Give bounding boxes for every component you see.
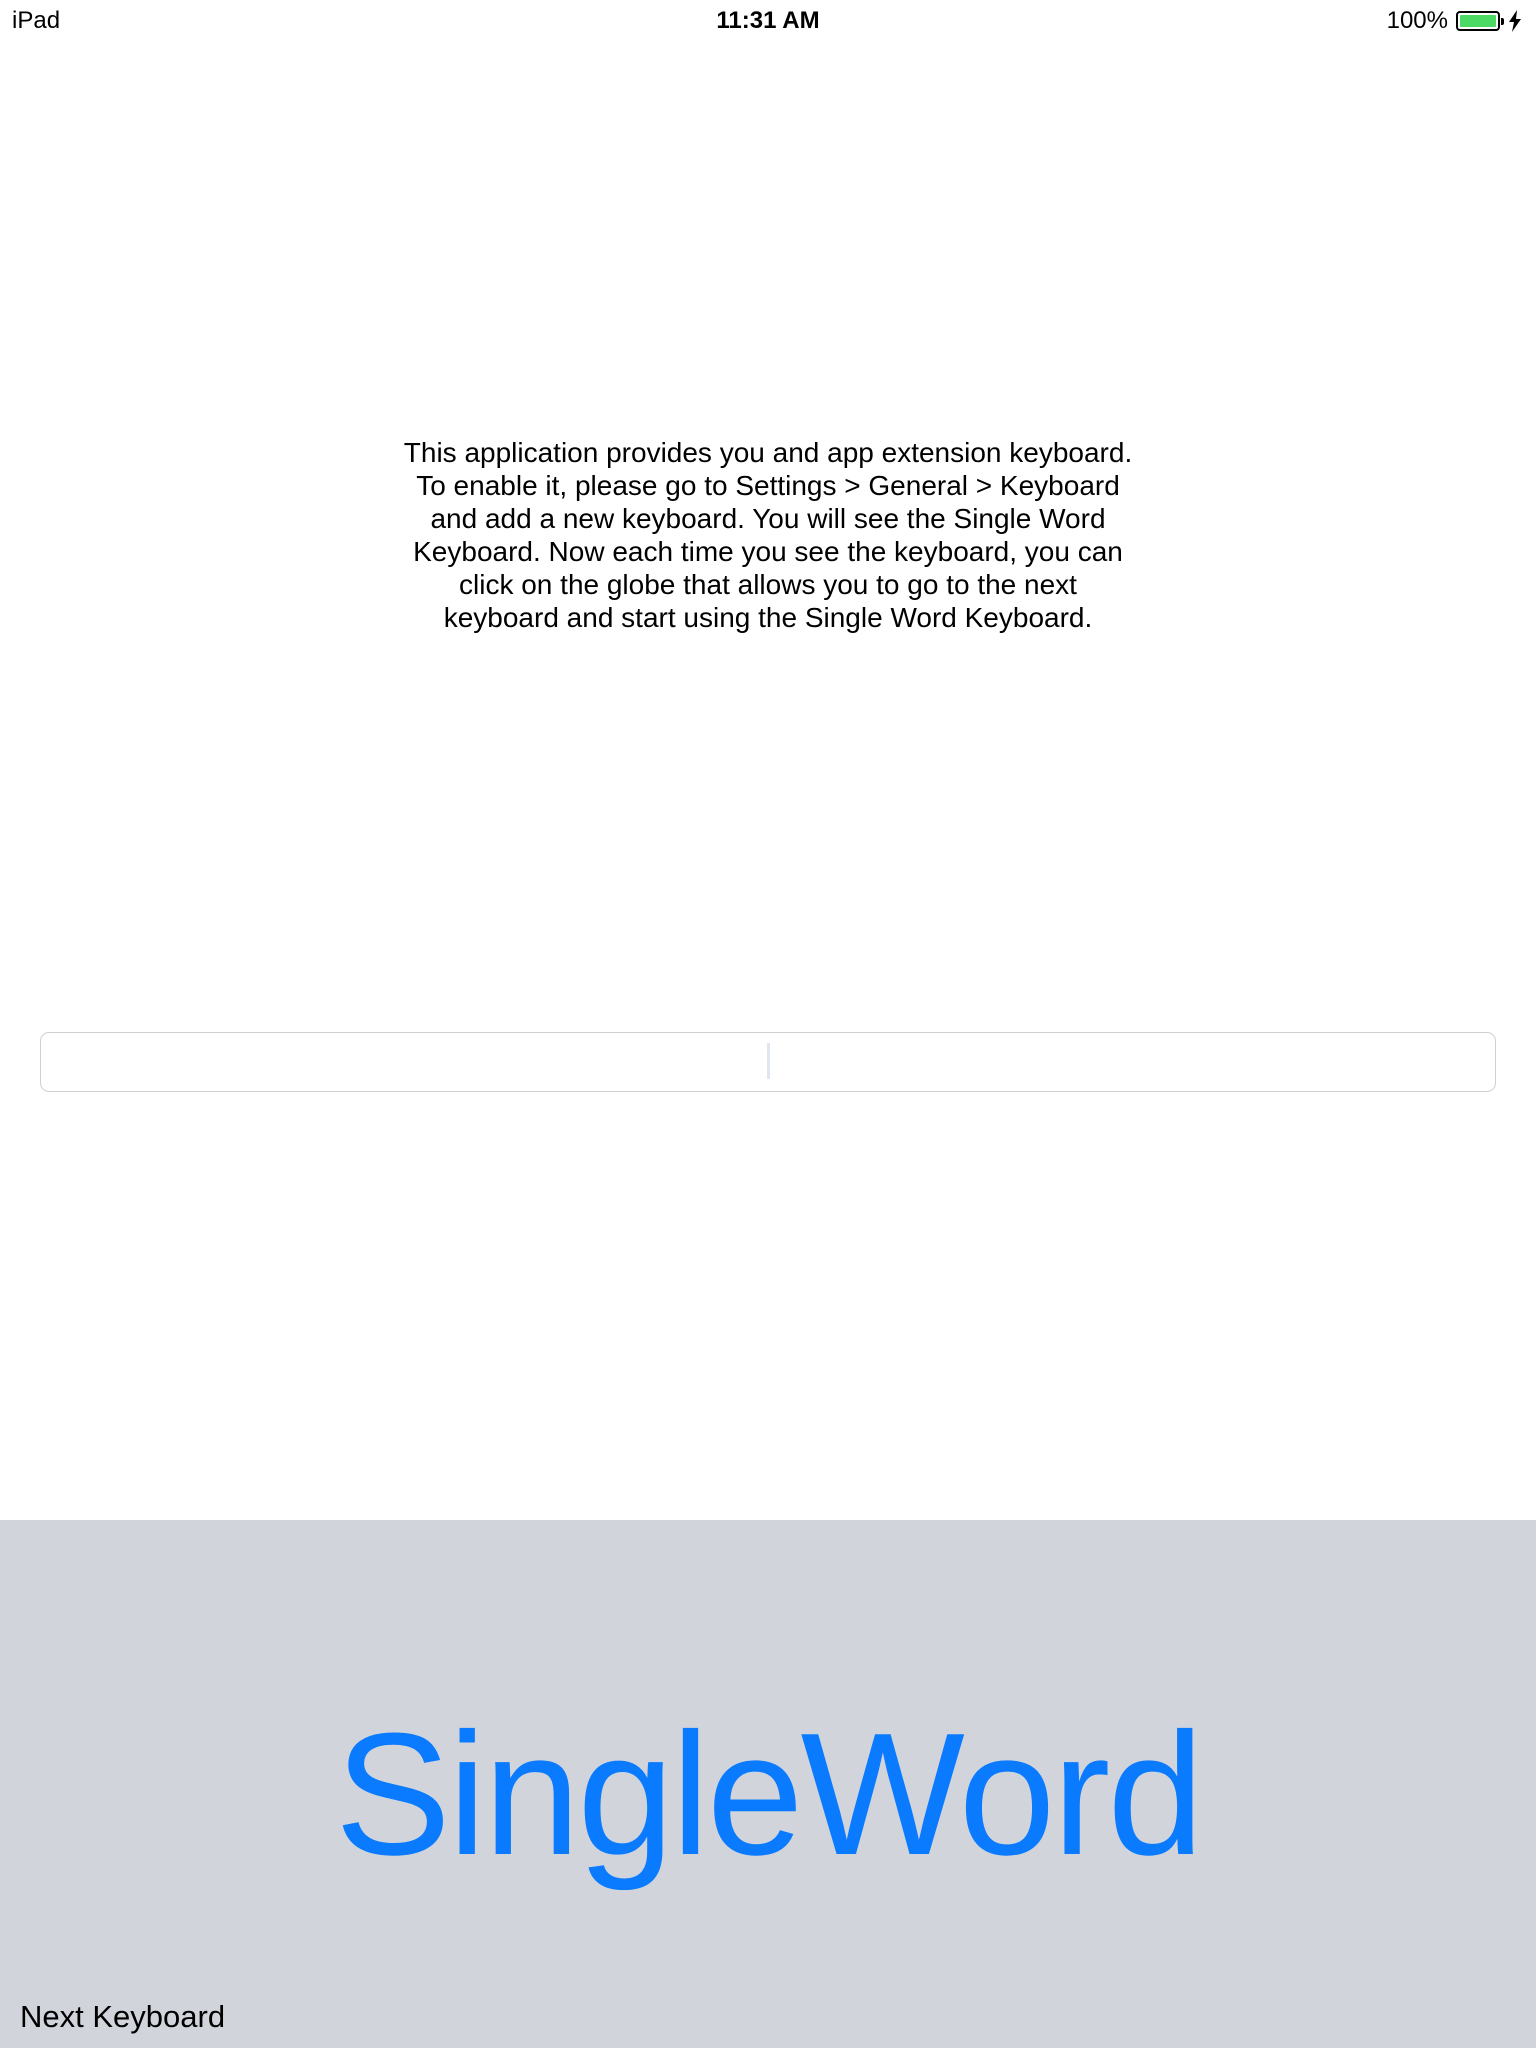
- charging-bolt-icon: [1509, 10, 1521, 32]
- status-right-group: 100%: [1387, 6, 1522, 36]
- instructions-line: To enable it, please go to Settings > Ge…: [416, 470, 1120, 501]
- battery-full-icon: [1456, 11, 1504, 31]
- instructions-line: keyboard and start using the Single Word…: [443, 602, 1093, 633]
- text-input-field[interactable]: [40, 1032, 1496, 1092]
- battery-percentage: 100%: [1386, 7, 1448, 34]
- status-bar: iPad 11:31 AM 100%: [0, 0, 1536, 40]
- battery-tip: [1501, 18, 1504, 25]
- instructions-line: click on the globe that allows you to go…: [459, 569, 1077, 600]
- instructions-line: This application provides you and app ex…: [403, 437, 1133, 468]
- single-word-display: SingleWord: [334, 1696, 1204, 1891]
- instructions-line: Keyboard. Now each time you see the keyb…: [413, 536, 1123, 567]
- next-keyboard-button[interactable]: Next Keyboard: [20, 1998, 225, 2036]
- battery-level-fill: [1460, 15, 1496, 27]
- status-time: 11:31 AM: [716, 7, 820, 34]
- instructions-line: and add a new keyboard. You will see the…: [430, 503, 1106, 534]
- text-cursor: [767, 1043, 770, 1079]
- instructions-text: This application provides you and app ex…: [368, 436, 1168, 634]
- keyboard-extension: SingleWord Next Keyboard: [0, 1520, 1536, 2048]
